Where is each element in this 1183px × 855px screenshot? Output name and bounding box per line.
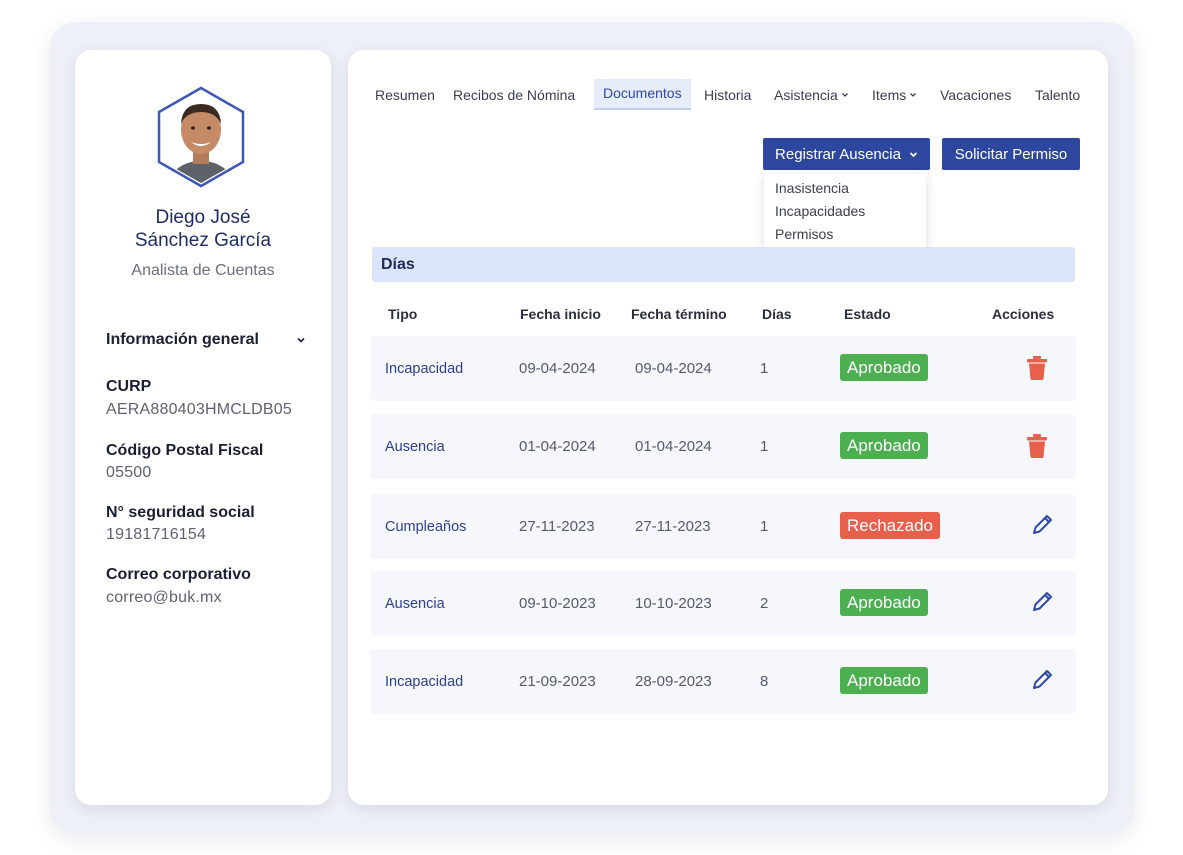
cell-end-date: 10-10-2023: [635, 595, 712, 612]
table-row: Ausencia 09-10-2023 10-10-2023 2 Aprobado: [370, 571, 1076, 636]
tab-label: Vacaciones: [940, 87, 1012, 103]
column-header-fecha-termino: Fecha término: [631, 306, 727, 322]
status-badge: Aprobado: [840, 432, 928, 459]
cell-days: 8: [760, 673, 769, 690]
table-row: Incapacidad 21-09-2023 28-09-2023 8 Aprobado: [370, 649, 1076, 714]
trash-icon[interactable]: [1025, 355, 1049, 381]
avatar: [157, 86, 245, 188]
table-row: Cumpleaños 27-11-2023 27-11-2023 1 Rechazado: [370, 494, 1076, 559]
column-header-estado: Estado: [844, 306, 891, 322]
menu-item-permisos[interactable]: Permisos: [775, 226, 833, 242]
tab-label: Items: [872, 87, 907, 103]
cell-type: Incapacidad: [385, 360, 464, 377]
cell-end-date: 27-11-2023: [635, 518, 711, 535]
info-general-label: Información general: [106, 331, 259, 348]
column-header-fecha-inicio: Fecha inicio: [520, 306, 601, 322]
table-row: Incapacidad 09-04-2024 09-04-2024 1 Aprobado: [370, 336, 1076, 401]
menu-item-inasistencia[interactable]: Inasistencia: [775, 180, 849, 196]
status-badge: Rechazado: [840, 512, 941, 539]
register-absence-button[interactable]: Registrar Ausencia: [763, 138, 930, 170]
section-title: Días: [381, 256, 415, 273]
tab-talento[interactable]: Talento: [1035, 87, 1080, 103]
tab-label: Asistencia: [774, 87, 838, 103]
chevron-down-icon: [297, 337, 305, 343]
table-row: Ausencia 01-04-2024 01-04-2024 1 Aprobado: [370, 414, 1076, 479]
pencil-icon[interactable]: [1031, 512, 1055, 538]
absence-dropdown-menu: Inasistencia Incapacidades Permisos: [764, 174, 926, 252]
request-permit-button[interactable]: Solicitar Permiso: [942, 138, 1080, 170]
chevron-down-icon: [910, 93, 917, 97]
chevron-down-icon: [841, 93, 848, 97]
employee-role: Analista de Cuentas: [131, 262, 275, 279]
postal-code-value: 05500: [106, 464, 152, 481]
cell-type: Incapacidad: [385, 673, 464, 690]
info-general-toggle[interactable]: Información general: [106, 331, 306, 349]
social-security-label: N° seguridad social: [106, 504, 255, 521]
trash-icon[interactable]: [1025, 433, 1049, 459]
cell-days: 1: [760, 518, 769, 535]
cell-type: Cumpleaños: [385, 518, 467, 535]
days-section-header: Días: [372, 247, 1075, 282]
cell-end-date: 09-04-2024: [635, 360, 712, 377]
tab-asistencia[interactable]: Asistencia: [774, 87, 849, 103]
email-value: correo@buk.mx: [106, 589, 222, 606]
column-header-dias: Días: [762, 306, 792, 322]
tab-label: Resumen: [375, 87, 435, 103]
status-badge: Aprobado: [840, 354, 928, 381]
request-permit-label: Solicitar Permiso: [954, 145, 1068, 163]
curp-value: AERA880403HMCLDB05: [106, 401, 292, 418]
cell-start-date: 01-04-2024: [519, 438, 596, 455]
chevron-down-icon: [909, 151, 918, 157]
cell-end-date: 01-04-2024: [635, 438, 712, 455]
tab-label: Documentos: [603, 85, 682, 101]
register-absence-label: Registrar Ausencia: [775, 145, 901, 163]
status-badge: Aprobado: [840, 667, 928, 694]
tab-items[interactable]: Items: [872, 87, 917, 103]
pencil-icon[interactable]: [1031, 667, 1055, 693]
tab-vacaciones[interactable]: Vacaciones: [940, 87, 1011, 103]
cell-start-date: 09-04-2024: [519, 360, 596, 377]
menu-item-incapacidades[interactable]: Incapacidades: [775, 203, 865, 219]
employee-first-name: Diego José: [155, 207, 251, 228]
cell-end-date: 28-09-2023: [635, 673, 712, 690]
cell-days: 1: [760, 438, 769, 455]
tab-documentos[interactable]: Documentos: [594, 79, 691, 110]
curp-label: CURP: [106, 378, 152, 395]
postal-code-label: Código Postal Fiscal: [106, 442, 264, 459]
cell-days: 1: [760, 360, 769, 377]
cell-days: 2: [760, 595, 769, 612]
cell-start-date: 21-09-2023: [519, 673, 596, 690]
cell-start-date: 27-11-2023: [519, 518, 595, 535]
column-header-acciones: Acciones: [992, 306, 1055, 322]
social-security-value: 19181716154: [106, 526, 207, 543]
tab-label: Historia: [704, 87, 752, 103]
cell-type: Ausencia: [385, 438, 445, 455]
cell-start-date: 09-10-2023: [519, 595, 596, 612]
tab-label: Talento: [1035, 87, 1081, 103]
email-label: Correo corporativo: [106, 566, 251, 583]
cell-type: Ausencia: [385, 595, 445, 612]
tab-resumen[interactable]: Resumen: [375, 87, 435, 103]
pencil-icon[interactable]: [1031, 589, 1055, 615]
employee-last-name: Sánchez García: [134, 230, 272, 251]
status-badge: Aprobado: [840, 589, 928, 616]
tab-historia[interactable]: Historia: [704, 87, 751, 103]
tab-label: Recibos de Nómina: [453, 87, 576, 103]
column-header-tipo: Tipo: [388, 306, 418, 322]
tab-recibos-nomina[interactable]: Recibos de Nómina: [453, 87, 575, 103]
